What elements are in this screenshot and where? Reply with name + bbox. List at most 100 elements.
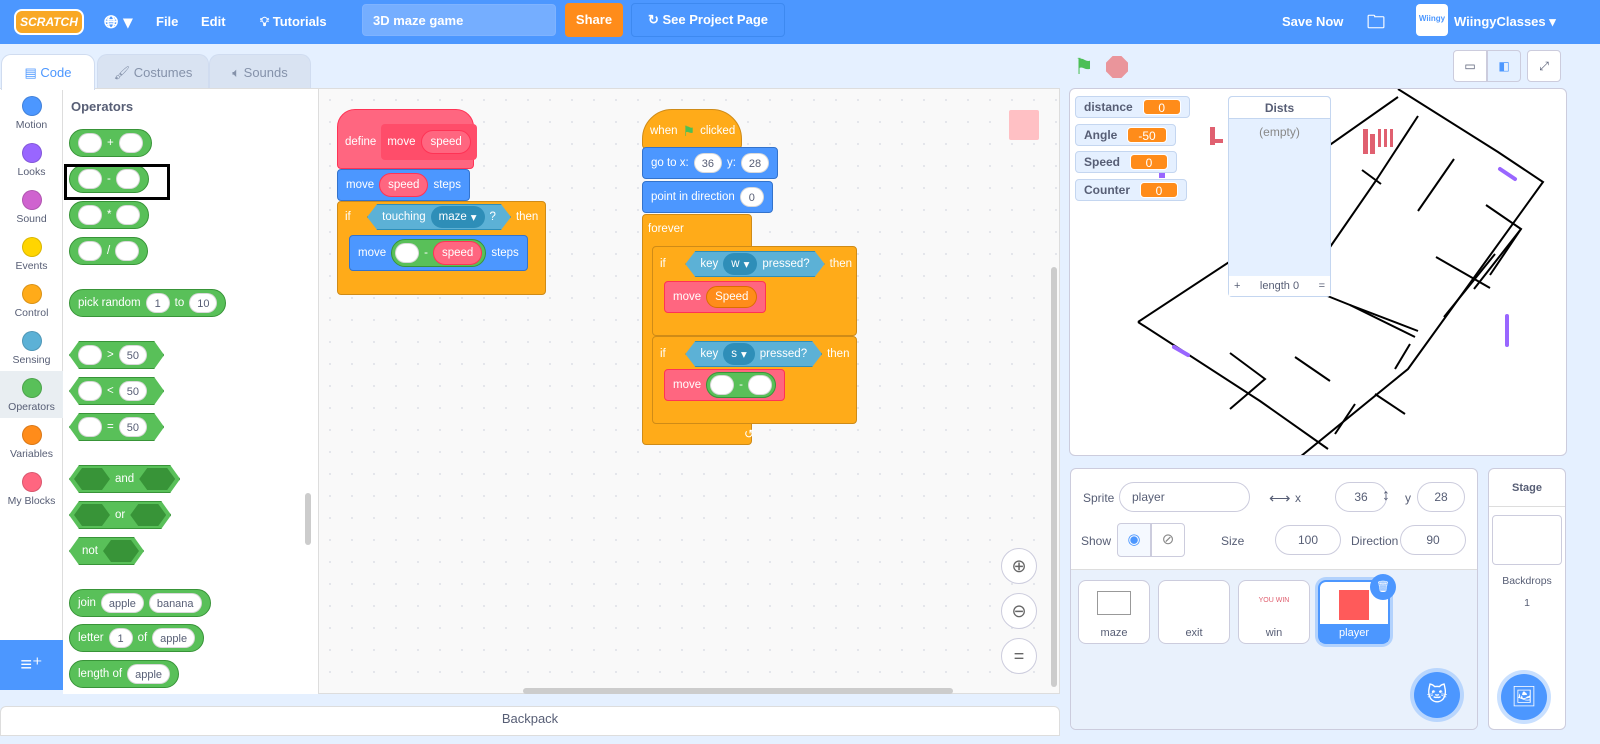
category-looks[interactable]: Looks	[0, 136, 63, 183]
save-now-button[interactable]: Save Now	[1282, 0, 1343, 44]
input[interactable]	[710, 375, 735, 395]
input[interactable]	[78, 417, 102, 437]
sprite-maze[interactable]: maze	[1078, 580, 1150, 644]
choose-backdrop-button[interactable]: 🖼︎	[1501, 674, 1547, 720]
input[interactable]	[115, 241, 140, 261]
input[interactable]: apple	[152, 628, 196, 648]
input[interactable]	[747, 375, 772, 395]
small-stage-button[interactable]: ▭	[1453, 50, 1487, 82]
key-dropdown[interactable]: s ▾	[723, 343, 755, 365]
file-menu[interactable]: File	[156, 0, 178, 44]
speed-argument[interactable]: speed	[432, 241, 483, 265]
category-operators[interactable]: Operators	[0, 371, 63, 418]
equals-block[interactable]: = 50	[69, 413, 164, 441]
folder-icon[interactable]: 🗀︎	[1367, 0, 1385, 44]
direction-input[interactable]: 0	[739, 187, 764, 207]
zoom-reset-button[interactable]: =	[1001, 638, 1037, 674]
stop-icon[interactable]	[1106, 56, 1128, 78]
category-motion[interactable]: Motion	[0, 89, 63, 136]
input[interactable]	[78, 381, 102, 401]
tab-costumes[interactable]: 🖌︎ Costumes	[97, 54, 209, 90]
direction-input[interactable]: 90	[1400, 525, 1466, 555]
category-my-blocks[interactable]: My Blocks	[0, 465, 63, 512]
multiply-block[interactable]: *	[69, 201, 150, 229]
fullscreen-button[interactable]: ⤢	[1527, 50, 1561, 82]
input[interactable]	[78, 205, 102, 225]
tab-code[interactable]: ▤ Code	[1, 54, 95, 90]
large-stage-button[interactable]: ◧	[1487, 50, 1521, 82]
tab-sounds[interactable]: 🔈︎ Sounds	[209, 54, 311, 90]
key-pressed-block[interactable]: key w ▾ pressed?	[685, 251, 824, 277]
vertical-scrollbar[interactable]	[1051, 267, 1057, 687]
list-monitor-dists[interactable]: Dists (empty) + length 0 =	[1228, 96, 1331, 297]
go-to-xy-block[interactable]: go to x: 36 y: 28	[642, 147, 779, 179]
y-input[interactable]: 28	[740, 153, 770, 173]
input[interactable]	[116, 205, 141, 225]
variable-monitor-angle[interactable]: Angle -50	[1075, 123, 1176, 146]
tutorials-button[interactable]: 💡︎ Tutorials	[260, 0, 327, 44]
touching-dropdown[interactable]: maze ▾	[431, 206, 485, 228]
key-dropdown[interactable]: w ▾	[723, 253, 757, 275]
add-extension-button[interactable]: ≡⁺	[0, 640, 63, 690]
x-input[interactable]: 36	[693, 153, 722, 173]
add-block[interactable]: +	[69, 129, 152, 157]
key-pressed-block[interactable]: key s ▾ pressed?	[685, 341, 822, 367]
list-add-button[interactable]: +	[1234, 276, 1240, 296]
category-events[interactable]: Events	[0, 230, 63, 277]
hide-button[interactable]: ⊘	[1151, 523, 1185, 557]
category-sound[interactable]: Sound	[0, 183, 63, 230]
share-button[interactable]: Share	[565, 3, 623, 37]
scratch-logo[interactable]: SCRATCH	[14, 9, 84, 35]
variable-monitor-distance[interactable]: distance 0	[1075, 96, 1190, 118]
show-visible-button[interactable]: ◉	[1117, 523, 1151, 557]
list-resize-handle[interactable]: =	[1319, 276, 1325, 296]
choose-sprite-button[interactable]: 🐱︎	[1414, 672, 1460, 718]
edit-menu[interactable]: Edit	[201, 0, 226, 44]
input[interactable]: 1	[108, 628, 133, 648]
project-title-input[interactable]: 3D maze game	[362, 4, 556, 36]
move-steps-block[interactable]: move speed steps	[337, 169, 470, 201]
subtract-block[interactable]: - speed	[391, 239, 487, 267]
input[interactable]	[395, 243, 420, 263]
input[interactable]	[78, 133, 102, 153]
horizontal-scrollbar[interactable]	[523, 688, 953, 694]
size-input[interactable]: 100	[1275, 525, 1341, 555]
input[interactable]	[78, 345, 102, 365]
not-block[interactable]: not	[69, 537, 144, 565]
subtract-block[interactable]: -	[706, 372, 776, 398]
account-menu[interactable]: WiingyClasses ▾	[1454, 0, 1556, 44]
y-input[interactable]: 28	[1417, 482, 1465, 512]
speed-argument[interactable]: speed	[379, 173, 429, 197]
palette-scrollbar[interactable]	[305, 493, 311, 545]
variable-monitor-counter[interactable]: Counter 0	[1075, 178, 1187, 201]
delete-sprite-button[interactable]: 🗑︎	[1370, 574, 1396, 600]
backpack[interactable]: Backpack	[0, 706, 1060, 736]
stage[interactable]: distance 0 Angle -50 Speed 0 Counter 0 Dists (e…	[1069, 88, 1567, 456]
length-of-block[interactable]: length of apple	[69, 660, 180, 688]
x-input[interactable]: 36	[1335, 482, 1387, 512]
divide-block[interactable]: /	[69, 237, 149, 265]
pick-random-block[interactable]: pick random 1 to 10	[69, 289, 227, 317]
green-flag-icon[interactable]: ⚑	[1074, 54, 1094, 80]
input[interactable]: apple	[127, 664, 171, 684]
or-block[interactable]: or	[69, 501, 171, 529]
input[interactable]	[78, 241, 102, 261]
category-variables[interactable]: Variables	[0, 418, 63, 465]
zoom-out-button[interactable]: ⊖	[1001, 593, 1037, 629]
sprite-player[interactable]: 🗑︎ player	[1318, 574, 1396, 644]
category-sensing[interactable]: Sensing	[0, 324, 63, 371]
see-project-page-button[interactable]: ↻ See Project Page	[631, 3, 785, 37]
zoom-in-button[interactable]: ⊕	[1001, 548, 1037, 584]
less-than-block[interactable]: <50	[69, 377, 164, 405]
input[interactable]: 50	[119, 345, 147, 365]
and-block[interactable]: and	[69, 465, 180, 493]
variable-monitor-speed[interactable]: Speed 0	[1075, 151, 1178, 173]
avatar[interactable]: Wiingy	[1416, 4, 1448, 36]
move-custom-block[interactable]: move Speed	[664, 281, 767, 313]
join-block[interactable]: join apple banana	[69, 589, 211, 617]
script-area[interactable]: define move speed move speed steps if touchi…	[318, 88, 1060, 694]
point-in-direction-block[interactable]: point in direction 0	[642, 181, 773, 213]
input[interactable]: 50	[119, 381, 147, 401]
sprite-name-input[interactable]: player	[1119, 482, 1250, 512]
speed-argument[interactable]: speed	[421, 130, 471, 154]
